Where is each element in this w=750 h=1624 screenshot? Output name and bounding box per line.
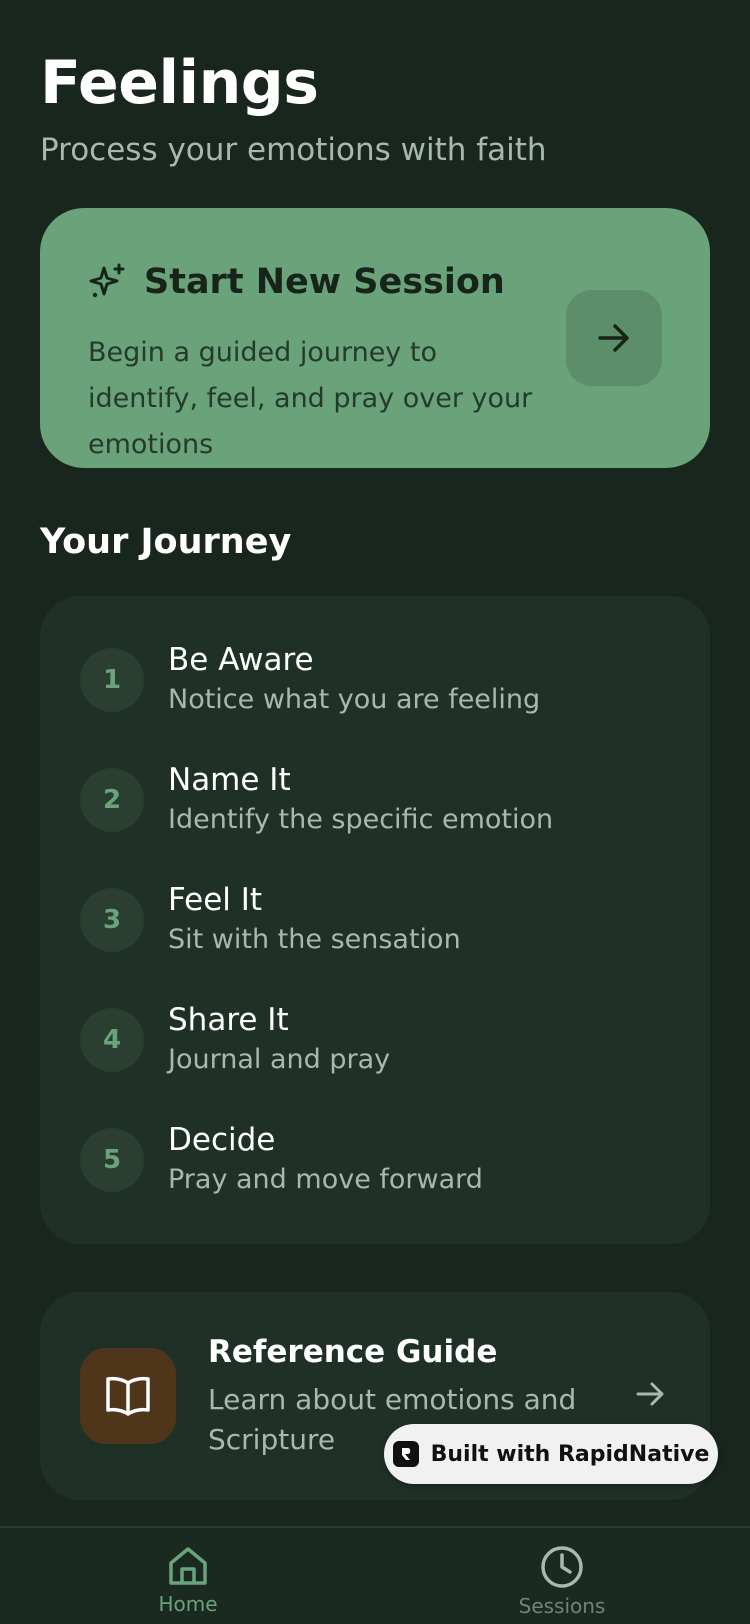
journey-step: 2 Name It Identify the specific emotion	[80, 760, 553, 840]
nav-label: Home	[158, 1592, 218, 1616]
start-session-card[interactable]: Start New Session Begin a guided journey…	[40, 208, 710, 468]
book-tile	[80, 1348, 176, 1444]
journey-card: 1 Be Aware Notice what you are feeling 2…	[40, 596, 710, 1244]
step-number: 2	[80, 768, 144, 832]
built-with-badge[interactable]: Built with RapidNative	[384, 1424, 718, 1484]
page-subtitle: Process your emotions with faith	[40, 132, 547, 168]
step-description: Pray and move forward	[168, 1164, 483, 1195]
home-icon	[169, 1547, 207, 1585]
step-number: 5	[80, 1128, 144, 1192]
step-number: 3	[80, 888, 144, 952]
journey-step: 4 Share It Journal and pray	[80, 1000, 390, 1080]
feelings-screen: Feelings Process your emotions with fait…	[0, 0, 750, 1624]
journey-step: 3 Feel It Sit with the sensation	[80, 880, 461, 960]
sparkle-icon	[89, 263, 125, 298]
page-title: Feelings	[40, 48, 319, 118]
step-number: 1	[80, 648, 144, 712]
session-description: Begin a guided journey to identify, feel…	[88, 337, 533, 460]
badge-text: Built with RapidNative	[430, 1441, 710, 1467]
session-title: Start New Session	[144, 262, 505, 302]
step-title: Share It	[168, 1002, 289, 1038]
arrow-right-icon	[636, 1382, 664, 1406]
reference-title: Reference Guide	[208, 1334, 498, 1370]
step-title: Be Aware	[168, 642, 314, 678]
step-number: 4	[80, 1008, 144, 1072]
session-header: Start New Session	[88, 262, 505, 302]
nav-item-home[interactable]: Home	[98, 1544, 278, 1616]
step-description: Journal and pray	[168, 1044, 391, 1075]
step-description: Notice what you are feeling	[168, 684, 541, 715]
journey-step: 1 Be Aware Notice what you are feeling	[80, 640, 540, 720]
step-title: Name It	[168, 762, 291, 798]
step-description: Identify the specific emotion	[168, 804, 554, 835]
nav-label: Sessions	[518, 1594, 606, 1618]
bottom-nav: Home Sessions	[0, 1526, 750, 1624]
book-icon	[106, 1376, 150, 1416]
start-session-button[interactable]	[566, 290, 662, 386]
journey-step: 5 Decide Pray and move forward	[80, 1120, 483, 1200]
journey-section-title: Your Journey	[40, 522, 292, 562]
step-title: Decide	[168, 1122, 276, 1158]
arrow-right-icon	[598, 324, 629, 352]
step-description: Sit with the sensation	[168, 924, 461, 955]
nav-item-sessions[interactable]: Sessions	[472, 1544, 652, 1618]
rapidnative-logo-icon	[392, 1441, 419, 1467]
clock-icon	[541, 1546, 583, 1588]
step-title: Feel It	[168, 882, 263, 918]
